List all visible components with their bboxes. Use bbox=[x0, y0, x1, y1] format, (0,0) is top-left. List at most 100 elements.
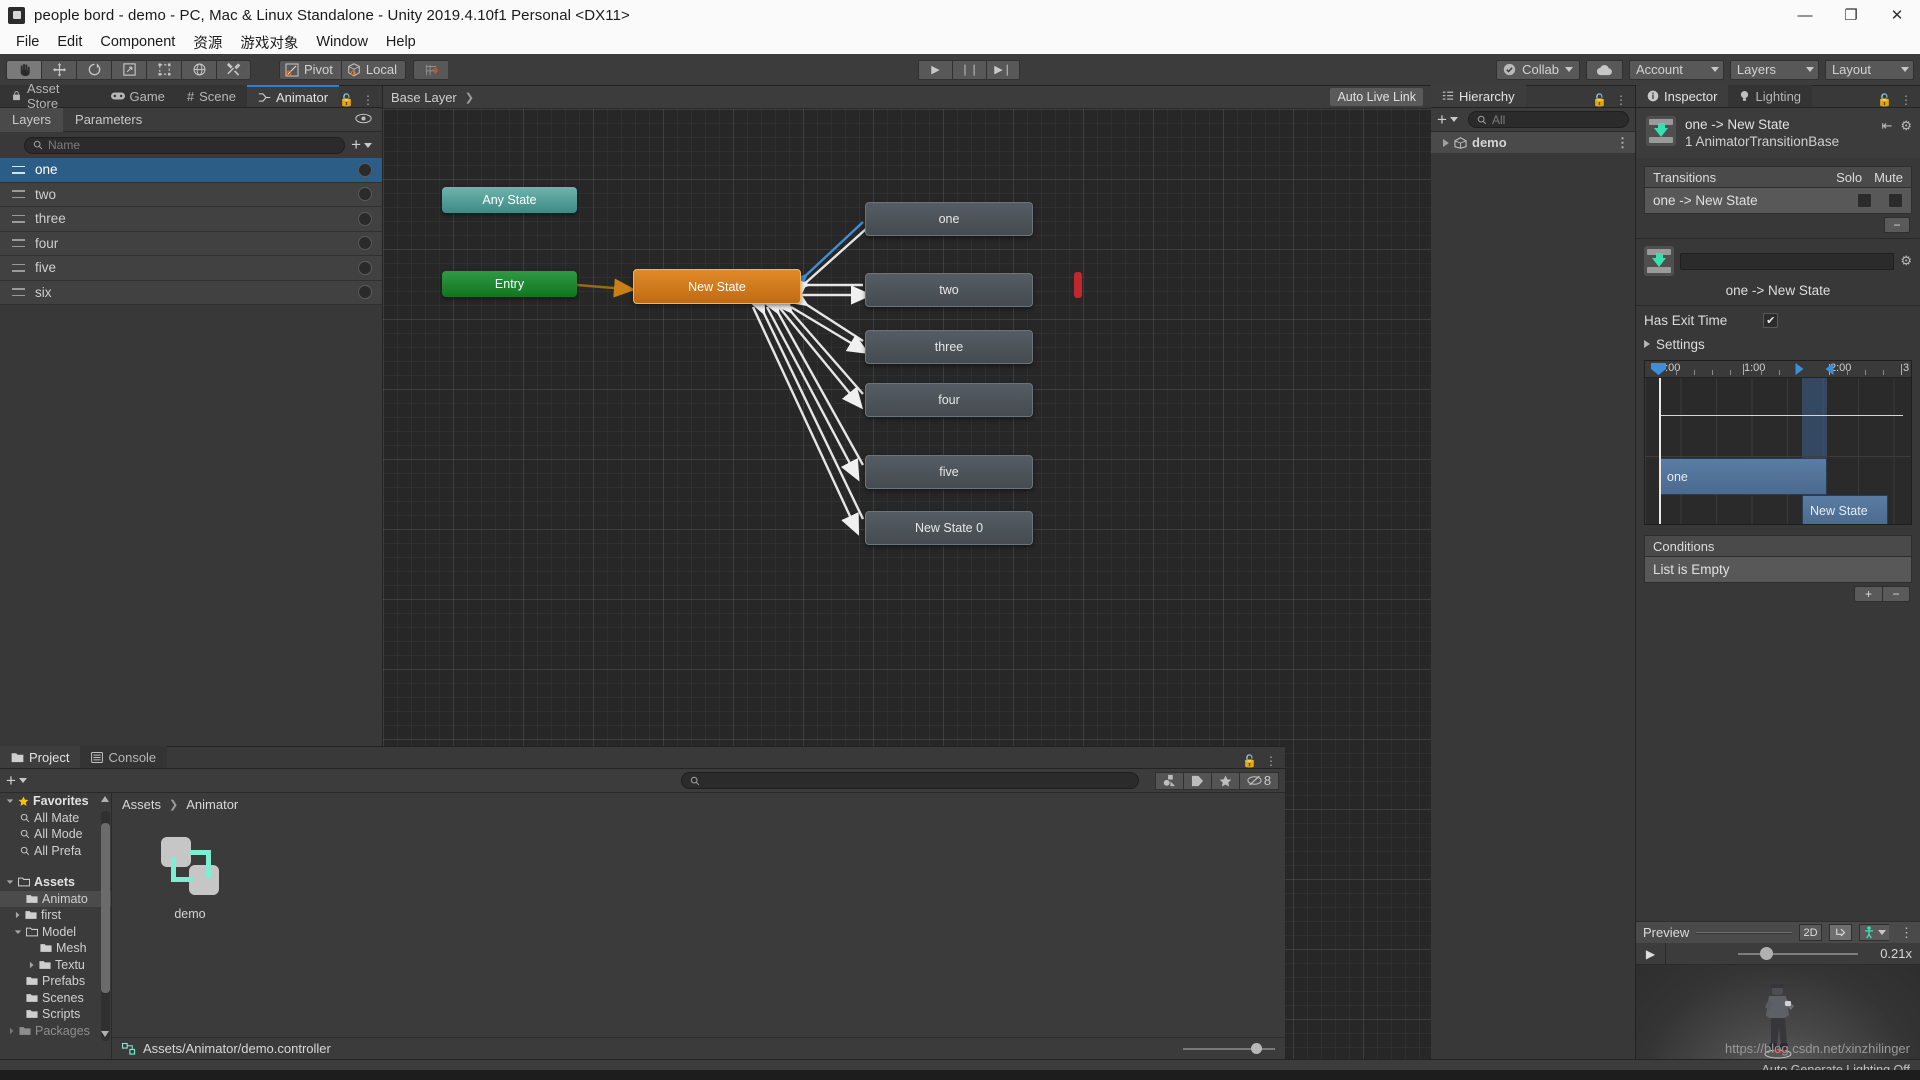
remove-transition-button[interactable]: − bbox=[1884, 217, 1910, 233]
transition-name-input[interactable] bbox=[1680, 252, 1895, 270]
preview-controls[interactable]: ▶ 0.21x bbox=[1636, 942, 1920, 965]
avatar-icon[interactable] bbox=[1859, 924, 1889, 941]
move-tool-icon[interactable] bbox=[41, 59, 76, 80]
remove-condition-button[interactable]: − bbox=[1882, 586, 1910, 602]
create-object-button[interactable]: + bbox=[1437, 110, 1462, 130]
animator-tab-icons[interactable]: 🔓 ⋮ bbox=[339, 93, 382, 107]
hierarchy-tab-icons[interactable]: 🔓 ⋮ bbox=[1592, 93, 1635, 107]
menu-edit[interactable]: Edit bbox=[48, 32, 91, 52]
tab-game[interactable]: Game bbox=[99, 85, 176, 107]
menu-window[interactable]: Window bbox=[307, 32, 377, 52]
scroll-down-icon[interactable] bbox=[101, 1030, 109, 1037]
tab-console[interactable]: Console bbox=[80, 746, 168, 768]
playback-controls[interactable]: ▶ ❘❘ ▶❘ bbox=[918, 59, 1021, 80]
play-button[interactable]: ▶ bbox=[918, 59, 953, 80]
transition-list-actions[interactable]: − bbox=[1636, 214, 1920, 238]
layer-weight-knob[interactable] bbox=[358, 236, 372, 251]
layer-row-one[interactable]: one bbox=[0, 158, 382, 183]
drag-handle-icon[interactable] bbox=[12, 165, 25, 174]
breadcrumb-assets[interactable]: Assets bbox=[122, 797, 161, 812]
solo-checkbox[interactable] bbox=[1857, 193, 1872, 208]
project-tree[interactable]: Favorites All Mate All Mode All Prefa As… bbox=[0, 793, 112, 1059]
more-menu-icon[interactable]: ⋮ bbox=[1900, 93, 1912, 107]
hierarchy-item-demo[interactable]: demo ⋮ bbox=[1431, 132, 1635, 153]
tree-item-all-prefabs[interactable]: All Prefa bbox=[0, 843, 111, 860]
tab-asset-store[interactable]: Asset Store bbox=[0, 81, 100, 111]
tree-item-favorites[interactable]: Favorites bbox=[0, 793, 111, 810]
preview-speed-slider[interactable] bbox=[1734, 943, 1862, 965]
lock-icon[interactable]: 🔓 bbox=[339, 93, 354, 107]
pivot-toggle[interactable]: Pivot bbox=[279, 59, 342, 80]
add-condition-button[interactable]: + bbox=[1854, 586, 1882, 602]
asset-item-demo[interactable]: demo bbox=[140, 835, 240, 921]
layer-weight-knob[interactable] bbox=[358, 162, 372, 177]
timeline-clip-new-state[interactable]: New State bbox=[1802, 495, 1888, 524]
timeline-ruler[interactable]: 0:00 1:00 2:00 3 bbox=[1645, 361, 1911, 378]
menu-component[interactable]: Component bbox=[91, 32, 184, 52]
state-node-entry[interactable]: Entry bbox=[442, 271, 577, 297]
grid-snap-icon[interactable] bbox=[412, 59, 448, 80]
state-node-new-state-0[interactable]: New State 0 bbox=[865, 511, 1033, 545]
rotate-tool-icon[interactable] bbox=[76, 59, 111, 80]
offscreen-node-marker[interactable] bbox=[1074, 272, 1082, 298]
layer-search-row[interactable]: Name + bbox=[0, 132, 382, 158]
tree-item-scripts[interactable]: Scripts bbox=[0, 1006, 111, 1023]
menu-help[interactable]: Help bbox=[377, 32, 425, 52]
has-exit-time-row[interactable]: Has Exit Time ✔ bbox=[1636, 308, 1920, 332]
preview-2d-toggle[interactable]: 2D bbox=[1799, 924, 1822, 941]
tab-inspector[interactable]: Inspector bbox=[1636, 85, 1729, 107]
tree-item-model[interactable]: Model bbox=[0, 924, 111, 941]
hierarchy-tab-strip[interactable]: Hierarchy 🔓 ⋮ bbox=[1431, 85, 1635, 108]
tab-hierarchy[interactable]: Hierarchy bbox=[1431, 85, 1526, 107]
state-node-two[interactable]: two bbox=[865, 273, 1033, 307]
pivot-icon[interactable] bbox=[1829, 924, 1852, 941]
hand-tool-icon[interactable] bbox=[6, 59, 41, 80]
hierarchy-list[interactable]: demo ⋮ bbox=[1431, 132, 1635, 1080]
layer-row-two[interactable]: two bbox=[0, 182, 382, 207]
layer-weight-knob[interactable] bbox=[358, 260, 372, 275]
gear-icon[interactable]: ⚙ bbox=[1900, 253, 1912, 269]
inspector-tab-icons[interactable]: 🔓 ⋮ bbox=[1877, 93, 1920, 107]
search-input[interactable]: Name bbox=[24, 136, 346, 154]
layout-button[interactable]: Layout bbox=[1824, 59, 1914, 80]
tree-item-packages[interactable]: Packages bbox=[0, 1023, 111, 1040]
collab-button[interactable]: Collab bbox=[1496, 59, 1580, 80]
more-menu-icon[interactable]: ⋮ bbox=[362, 93, 374, 107]
tree-item-first[interactable]: first bbox=[0, 907, 111, 924]
subtab-layers[interactable]: Layers bbox=[0, 107, 64, 132]
tree-item-all-materials[interactable]: All Mate bbox=[0, 810, 111, 827]
exit-time-marker-icon[interactable] bbox=[1794, 363, 1804, 376]
animator-tab-strip[interactable]: Asset Store Game # Scene Animator 🔓 ⋮ bbox=[0, 81, 382, 111]
layer-row-three[interactable]: three bbox=[0, 207, 382, 232]
tab-lighting[interactable]: Lighting bbox=[1728, 85, 1813, 107]
conditions-actions[interactable]: + − bbox=[1636, 583, 1920, 602]
state-machine-canvas[interactable]: Any State Entry New State one two three … bbox=[383, 109, 1431, 1080]
scroll-up-icon[interactable] bbox=[101, 796, 109, 803]
layer-row-five[interactable]: five bbox=[0, 256, 382, 281]
layer-weight-knob[interactable] bbox=[358, 285, 372, 300]
close-button[interactable]: ✕ bbox=[1874, 0, 1920, 30]
timeline-tracks[interactable]: one New State bbox=[1645, 378, 1911, 524]
tab-project[interactable]: Project bbox=[0, 746, 81, 768]
layer-weight-knob[interactable] bbox=[358, 211, 372, 226]
breadcrumb-animator[interactable]: Animator bbox=[186, 797, 238, 812]
tree-item-all-models[interactable]: All Mode bbox=[0, 826, 111, 843]
state-node-new-state[interactable]: New State bbox=[633, 269, 801, 304]
transition-list-item[interactable]: one -> New State bbox=[1644, 188, 1912, 214]
custom-tool-icon[interactable] bbox=[216, 59, 251, 80]
add-layer-button[interactable]: + bbox=[351, 135, 376, 155]
has-exit-time-checkbox[interactable]: ✔ bbox=[1763, 312, 1779, 328]
minimize-button[interactable]: — bbox=[1782, 0, 1828, 30]
drag-handle-icon[interactable] bbox=[12, 288, 25, 297]
menu-assets[interactable]: 资源 bbox=[184, 30, 231, 55]
create-asset-button[interactable]: + bbox=[6, 771, 31, 791]
drag-handle-icon[interactable] bbox=[12, 263, 25, 272]
animator-subtab-bar[interactable]: Layers Parameters bbox=[0, 107, 382, 132]
step-button[interactable]: ▶❘ bbox=[986, 59, 1021, 80]
hierarchy-toolbar[interactable]: + All bbox=[1431, 108, 1635, 132]
preview-play-button[interactable]: ▶ bbox=[1636, 942, 1666, 965]
more-menu-icon[interactable]: ⋮ bbox=[1896, 925, 1913, 941]
preset-icon[interactable]: ⇤ bbox=[1881, 118, 1892, 134]
tree-item-prefabs[interactable]: Prefabs bbox=[0, 973, 111, 990]
inspector-tab-strip[interactable]: Inspector Lighting 🔓 ⋮ bbox=[1636, 85, 1920, 108]
